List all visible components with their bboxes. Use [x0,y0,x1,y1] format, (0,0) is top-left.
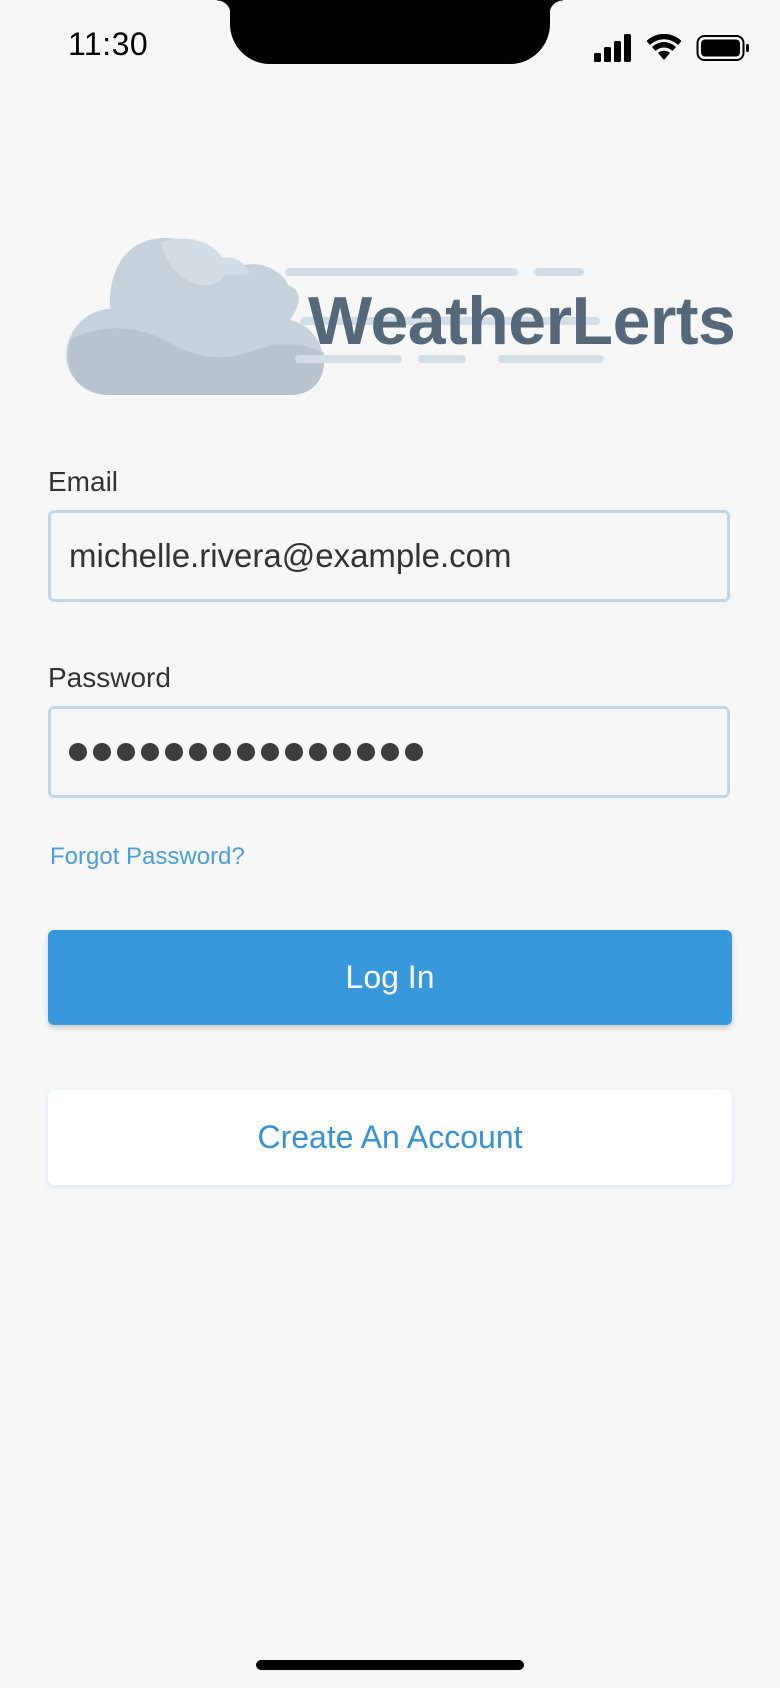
password-mask-dot [357,743,375,761]
password-mask-dot [141,743,159,761]
password-mask-dot [117,743,135,761]
password-mask-dot [285,743,303,761]
password-mask-dot [381,743,399,761]
status-icons [594,32,750,64]
password-field[interactable] [48,706,730,798]
create-account-button-label: Create An Account [257,1119,523,1155]
password-mask-dot [189,743,207,761]
login-button[interactable]: Log In [48,930,732,1025]
password-mask-dot [237,743,255,761]
cloud-icon [66,238,325,395]
logo-wordmark: WeatherLerts [308,283,736,359]
password-mask [69,743,423,761]
home-indicator[interactable] [256,1660,524,1670]
battery-icon [696,35,749,61]
status-bar: 11:30 [0,0,780,100]
forgot-password-link[interactable]: Forgot Password? [50,843,245,871]
password-mask-dot [213,743,231,761]
password-mask-dot [93,743,111,761]
create-account-button[interactable]: Create An Account [48,1090,732,1185]
login-button-label: Log In [345,959,435,995]
email-label: Email [48,466,119,497]
password-mask-dot [309,743,327,761]
password-mask-dot [405,743,423,761]
status-time: 11:30 [68,26,149,62]
password-mask-dot [333,743,351,761]
password-mask-dot [261,743,279,761]
cellular-signal-icon [594,34,631,62]
password-mask-dot [165,743,183,761]
camera-notch [217,0,563,64]
password-label: Password [48,662,171,693]
password-mask-dot [69,743,87,761]
email-value: michelle.rivera@example.com [69,537,512,574]
email-field[interactable]: michelle.rivera@example.com [48,510,730,602]
wifi-icon [646,34,682,60]
